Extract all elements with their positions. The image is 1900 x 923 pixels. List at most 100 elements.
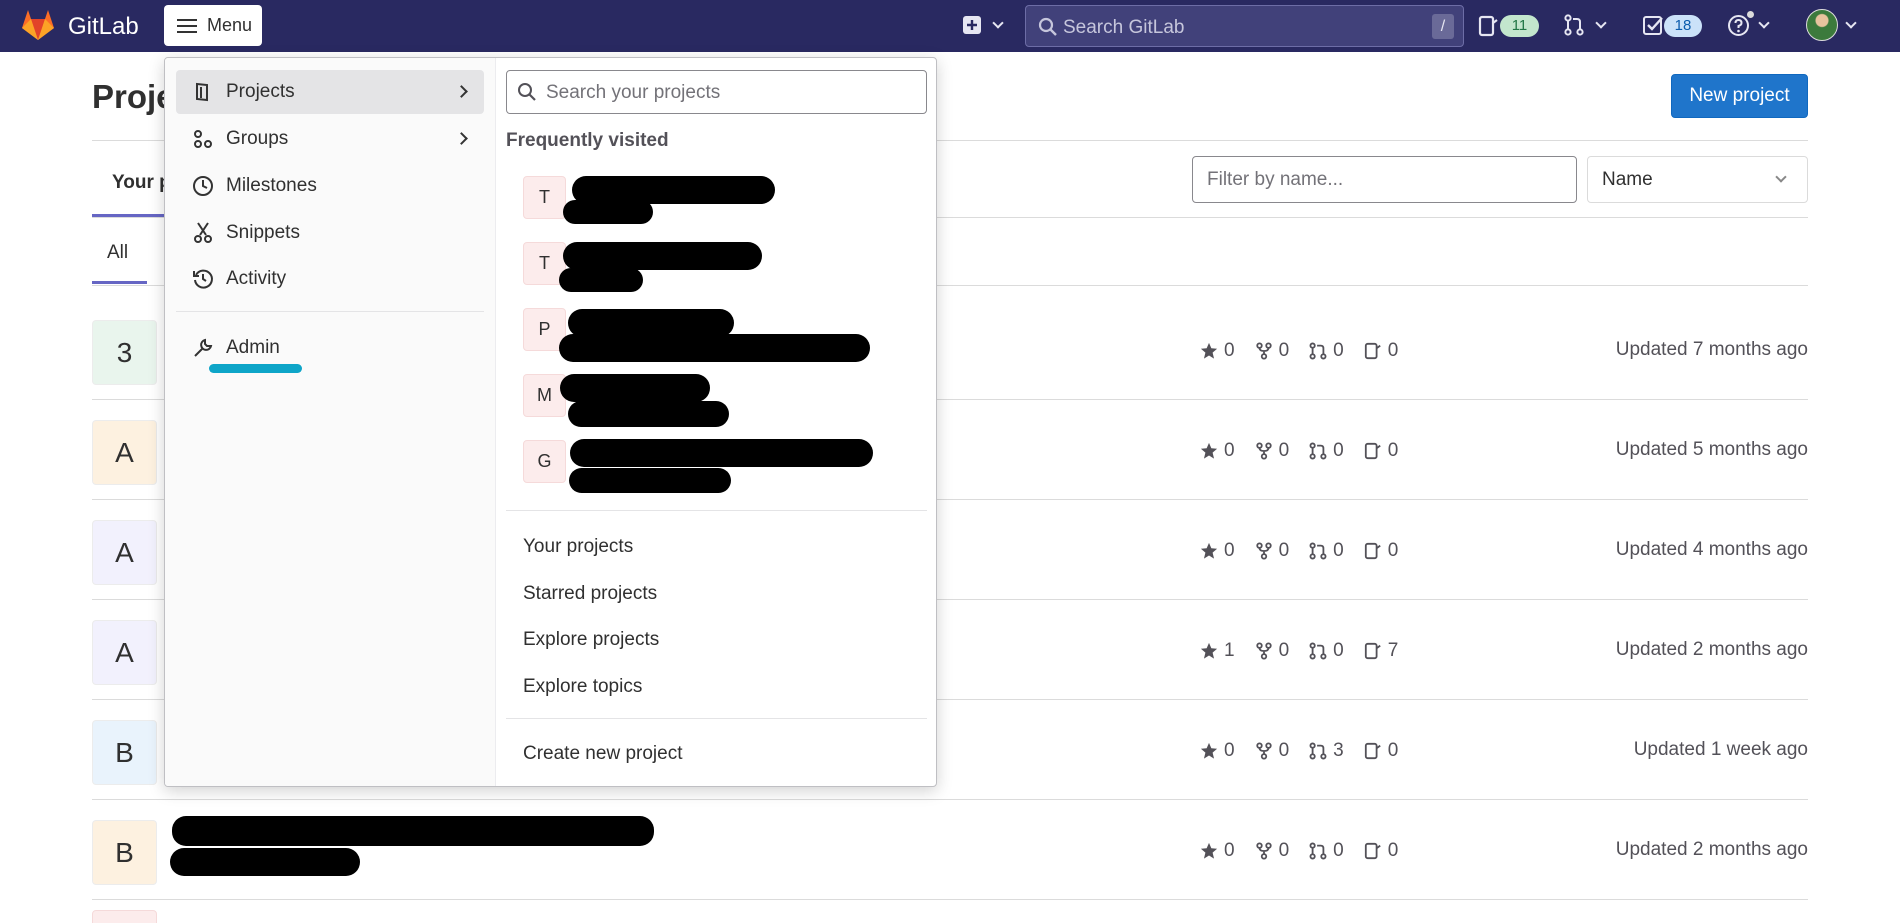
new-project-button[interactable]: New project: [1671, 74, 1808, 118]
menu-item-label: Admin: [226, 337, 280, 358]
global-search-input[interactable]: Search GitLab /: [1025, 5, 1464, 47]
project-avatar[interactable]: A: [92, 520, 157, 585]
forks-stat[interactable]: 0: [1255, 340, 1289, 362]
project-row[interactable]: B 0 0 0 0 Updated 2 months ago: [92, 800, 1808, 900]
menu-item-snippets[interactable]: Snippets: [176, 211, 484, 255]
issues-stat[interactable]: 0: [1364, 540, 1398, 562]
forks-stat[interactable]: 0: [1255, 440, 1290, 462]
stars-stat[interactable]: 0: [1200, 440, 1235, 462]
admin-highlight-underline: [209, 364, 302, 373]
chevron-down-icon[interactable]: [1845, 17, 1857, 29]
project-avatar[interactable]: 3: [92, 320, 157, 385]
star-icon: [1200, 342, 1218, 359]
todo-checkbox-icon[interactable]: [1642, 14, 1664, 36]
link-explore-topics[interactable]: Explore topics: [523, 676, 642, 698]
redacted-project-name[interactable]: [570, 439, 873, 467]
redacted-project-name[interactable]: [563, 242, 762, 270]
fork-icon: [1255, 442, 1272, 460]
merge-requests-stat[interactable]: 0: [1309, 840, 1344, 862]
frequent-project-avatar[interactable]: M: [523, 374, 566, 417]
todos-count-badge[interactable]: 18: [1664, 15, 1702, 37]
redacted-project-name[interactable]: [569, 468, 731, 493]
issues-stat[interactable]: 0: [1364, 440, 1399, 462]
stars-stat[interactable]: 0: [1200, 540, 1235, 562]
menu-item-label: Milestones: [226, 175, 317, 196]
chevron-down-icon[interactable]: [992, 17, 1004, 29]
stars-stat[interactable]: 1: [1200, 640, 1235, 662]
chevron-right-icon: [455, 85, 468, 98]
chevron-down-icon[interactable]: [1595, 17, 1607, 29]
link-your-projects[interactable]: Your projects: [523, 536, 633, 558]
plus-square-icon[interactable]: [962, 15, 982, 35]
forks-count: 0: [1278, 440, 1290, 461]
stars-count: 0: [1224, 740, 1235, 761]
stars-stat[interactable]: 0: [1200, 840, 1235, 862]
menu-item-activity[interactable]: Activity: [176, 257, 484, 301]
redacted-project-name[interactable]: [559, 334, 870, 362]
user-avatar[interactable]: [1806, 9, 1838, 41]
project-avatar[interactable]: B: [92, 820, 157, 885]
tab-all[interactable]: All: [107, 242, 128, 264]
menu-item-milestones[interactable]: Milestones: [176, 164, 484, 208]
menu-item-groups[interactable]: Groups: [176, 117, 484, 161]
issues-count-badge[interactable]: 11: [1500, 15, 1539, 37]
merge-request-icon[interactable]: [1563, 14, 1585, 36]
forks-stat[interactable]: 0: [1255, 740, 1289, 762]
forks-count: 0: [1278, 840, 1290, 861]
project-avatar[interactable]: A: [92, 420, 157, 485]
frequent-project-avatar[interactable]: G: [523, 440, 566, 483]
notification-dot: [1745, 9, 1756, 20]
gitlab-logo-icon[interactable]: [21, 9, 55, 41]
menu-button[interactable]: Menu: [164, 5, 262, 46]
forks-stat[interactable]: 0: [1255, 540, 1289, 562]
forks-stat[interactable]: 0: [1255, 640, 1289, 662]
link-starred-projects[interactable]: Starred projects: [523, 583, 657, 605]
link-create-new-project[interactable]: Create new project: [523, 743, 682, 765]
issues-icon: [1364, 742, 1381, 760]
redacted-project-name[interactable]: [568, 401, 729, 427]
merge-requests-count: 0: [1333, 340, 1344, 361]
project-avatar[interactable]: A: [92, 620, 157, 685]
sort-dropdown-label: Name: [1602, 169, 1653, 190]
redacted-project-name[interactable]: [560, 374, 710, 402]
merge-request-icon: [1309, 742, 1327, 760]
menu-nav-panel: Projects Groups Milestones Snippets Acti…: [165, 58, 496, 786]
stars-count: 0: [1224, 440, 1235, 461]
group-icon: [192, 129, 214, 149]
issues-stat[interactable]: 0: [1364, 740, 1398, 762]
chevron-down-icon[interactable]: [1758, 17, 1770, 29]
link-explore-projects[interactable]: Explore projects: [523, 629, 659, 651]
merge-requests-stat[interactable]: 0: [1309, 340, 1344, 362]
redacted-project-name[interactable]: [568, 309, 734, 337]
stars-stat[interactable]: 0: [1200, 340, 1235, 362]
project-search-input[interactable]: Search your projects: [506, 70, 927, 114]
merge-requests-count: 0: [1333, 440, 1344, 461]
forks-stat[interactable]: 0: [1255, 840, 1290, 862]
issues-stat[interactable]: 0: [1364, 840, 1398, 862]
frequent-project-avatar[interactable]: T: [523, 176, 566, 219]
project-stats: 0 0 0 0: [1200, 440, 1418, 462]
issues-icon[interactable]: [1478, 15, 1498, 37]
sort-dropdown[interactable]: Name: [1587, 156, 1808, 203]
star-icon: [1200, 442, 1218, 459]
merge-requests-stat[interactable]: 0: [1309, 540, 1344, 562]
merge-requests-stat[interactable]: 0: [1309, 440, 1344, 462]
brand-name[interactable]: GitLab: [68, 13, 139, 41]
star-icon: [1200, 542, 1218, 559]
issues-stat[interactable]: 7: [1364, 640, 1398, 662]
redacted-project-name[interactable]: [559, 268, 643, 292]
stars-stat[interactable]: 0: [1200, 740, 1235, 762]
menu-item-projects[interactable]: Projects: [176, 70, 484, 114]
project-stats: 0 0 3 0: [1200, 740, 1418, 762]
project-icon: [192, 82, 214, 102]
filter-by-name-input[interactable]: Filter by name...: [1192, 156, 1577, 203]
issues-stat[interactable]: 0: [1364, 340, 1398, 362]
issues-count: 0: [1387, 440, 1399, 461]
merge-requests-stat[interactable]: 0: [1309, 640, 1344, 662]
merge-requests-stat[interactable]: 3: [1309, 740, 1344, 762]
redacted-project-name[interactable]: [563, 200, 653, 224]
star-icon: [1200, 842, 1218, 859]
clock-icon: [192, 175, 214, 197]
project-avatar[interactable]: B: [92, 720, 157, 785]
fork-icon: [1255, 542, 1272, 560]
